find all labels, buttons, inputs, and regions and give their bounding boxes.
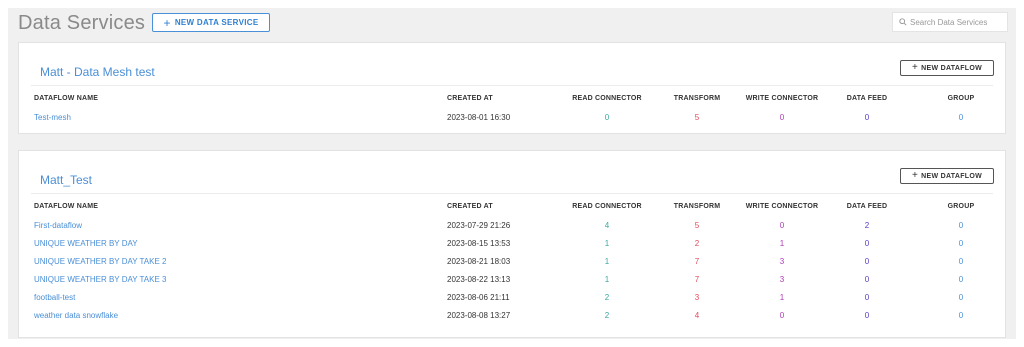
table-row: UNIQUE WEATHER BY DAY TAKE 3 2023-08-22 … <box>19 271 1007 289</box>
col-read-connector: READ CONNECTOR <box>572 203 642 210</box>
plus-icon: + <box>911 170 919 181</box>
table-row: UNIQUE WEATHER BY DAY TAKE 2 2023-08-21 … <box>19 253 1007 271</box>
service-title[interactable]: Matt_Test <box>40 173 92 187</box>
group-count[interactable]: 0 <box>935 239 987 248</box>
table-row: First-dataflow 2023-07-29 21:26 4 5 0 2 … <box>19 217 1007 235</box>
write-connector-count[interactable]: 3 <box>741 275 823 284</box>
created-at: 2023-08-01 16:30 <box>447 113 511 122</box>
table-row: weather data snowflake 2023-08-08 13:27 … <box>19 307 1007 325</box>
page-header: Data Services + NEW DATA SERVICE <box>8 8 1016 40</box>
new-dataflow-button[interactable]: + NEW DATAFLOW <box>900 168 994 184</box>
dataflow-name-link[interactable]: UNIQUE WEATHER BY DAY TAKE 3 <box>34 275 166 284</box>
read-connector-count[interactable]: 0 <box>561 113 653 122</box>
dataflow-name-link[interactable]: First-dataflow <box>34 221 82 230</box>
divider <box>31 85 993 86</box>
transform-count[interactable]: 7 <box>667 257 727 266</box>
transform-count[interactable]: 2 <box>667 239 727 248</box>
group-count[interactable]: 0 <box>935 257 987 266</box>
col-dataflow-name: DATAFLOW NAME <box>34 203 99 210</box>
data-feed-count[interactable]: 0 <box>837 275 897 284</box>
search-box[interactable] <box>892 12 1008 32</box>
plus-icon: + <box>911 62 919 73</box>
table-header-row: DATAFLOW NAME CREATED AT READ CONNECTOR … <box>19 91 1007 109</box>
group-count[interactable]: 0 <box>935 113 987 122</box>
col-read-connector: READ CONNECTOR <box>572 95 642 102</box>
service-title[interactable]: Matt - Data Mesh test <box>40 65 155 79</box>
col-group: GROUP <box>947 203 975 210</box>
table-row: Test-mesh 2023-08-01 16:30 0 5 0 0 0 <box>19 109 1007 127</box>
created-at: 2023-08-21 18:03 <box>447 257 511 266</box>
col-transform: TRANSFORM <box>673 95 721 102</box>
group-count[interactable]: 0 <box>935 293 987 302</box>
col-created-at: CREATED AT <box>447 95 493 102</box>
write-connector-count[interactable]: 1 <box>741 293 823 302</box>
search-icon <box>899 18 907 26</box>
col-dataflow-name: DATAFLOW NAME <box>34 95 99 102</box>
read-connector-count[interactable]: 2 <box>561 311 653 320</box>
write-connector-count[interactable]: 0 <box>741 221 823 230</box>
dataflow-name-link[interactable]: Test-mesh <box>34 113 71 122</box>
dataflow-name-link[interactable]: football-test <box>34 293 75 302</box>
col-transform: TRANSFORM <box>673 203 721 210</box>
created-at: 2023-08-08 13:27 <box>447 311 511 320</box>
transform-count[interactable]: 5 <box>667 221 727 230</box>
new-data-service-button[interactable]: + NEW DATA SERVICE <box>152 13 270 32</box>
search-input[interactable] <box>910 17 1006 27</box>
data-feed-count[interactable]: 0 <box>837 311 897 320</box>
data-feed-count[interactable]: 0 <box>837 293 897 302</box>
plus-icon: + <box>163 15 171 30</box>
dataflow-name-link[interactable]: UNIQUE WEATHER BY DAY TAKE 2 <box>34 257 166 266</box>
data-services-panel: Data Services + NEW DATA SERVICE Matt - … <box>8 8 1016 339</box>
new-dataflow-label: NEW DATAFLOW <box>921 172 983 180</box>
dataflow-name-link[interactable]: UNIQUE WEATHER BY DAY <box>34 239 138 248</box>
group-count[interactable]: 0 <box>935 275 987 284</box>
divider <box>31 193 993 194</box>
created-at: 2023-08-22 13:13 <box>447 275 511 284</box>
data-feed-count[interactable]: 0 <box>837 257 897 266</box>
created-at: 2023-08-15 13:53 <box>447 239 511 248</box>
table-row: UNIQUE WEATHER BY DAY 2023-08-15 13:53 1… <box>19 235 1007 253</box>
group-count[interactable]: 0 <box>935 221 987 230</box>
read-connector-count[interactable]: 1 <box>561 239 653 248</box>
col-group: GROUP <box>947 95 975 102</box>
col-write-connector: WRITE CONNECTOR <box>745 95 819 102</box>
col-data-feed: DATA FEED <box>846 95 888 102</box>
service-card: Matt - Data Mesh test + NEW DATAFLOW DAT… <box>18 42 1006 134</box>
write-connector-count[interactable]: 3 <box>741 257 823 266</box>
read-connector-count[interactable]: 1 <box>561 257 653 266</box>
data-feed-count[interactable]: 0 <box>837 113 897 122</box>
transform-count[interactable]: 7 <box>667 275 727 284</box>
new-dataflow-button[interactable]: + NEW DATAFLOW <box>900 60 994 76</box>
data-feed-count[interactable]: 2 <box>837 221 897 230</box>
write-connector-count[interactable]: 0 <box>741 311 823 320</box>
group-count[interactable]: 0 <box>935 311 987 320</box>
service-card: Matt_Test + NEW DATAFLOW DATAFLOW NAME C… <box>18 150 1006 338</box>
created-at: 2023-07-29 21:26 <box>447 221 511 230</box>
transform-count[interactable]: 4 <box>667 311 727 320</box>
dataflow-name-link[interactable]: weather data snowflake <box>34 311 118 320</box>
data-feed-count[interactable]: 0 <box>837 239 897 248</box>
new-dataflow-label: NEW DATAFLOW <box>921 64 983 72</box>
read-connector-count[interactable]: 1 <box>561 275 653 284</box>
table-row: football-test 2023-08-06 21:11 2 3 1 0 0 <box>19 289 1007 307</box>
col-created-at: CREATED AT <box>447 203 493 210</box>
table-header-row: DATAFLOW NAME CREATED AT READ CONNECTOR … <box>19 199 1007 217</box>
write-connector-count[interactable]: 0 <box>741 113 823 122</box>
new-data-service-label: NEW DATA SERVICE <box>174 18 259 27</box>
transform-count[interactable]: 3 <box>667 293 727 302</box>
col-data-feed: DATA FEED <box>846 203 888 210</box>
col-write-connector: WRITE CONNECTOR <box>745 203 819 210</box>
transform-count[interactable]: 5 <box>667 113 727 122</box>
read-connector-count[interactable]: 4 <box>561 221 653 230</box>
read-connector-count[interactable]: 2 <box>561 293 653 302</box>
created-at: 2023-08-06 21:11 <box>447 293 510 302</box>
write-connector-count[interactable]: 1 <box>741 239 823 248</box>
page-title: Data Services <box>18 12 146 34</box>
